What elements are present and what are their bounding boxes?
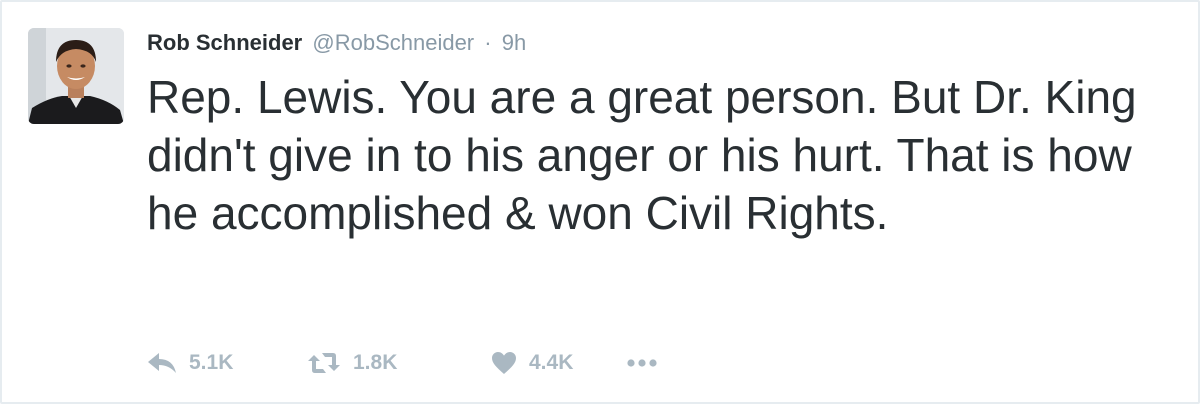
tweet-timestamp[interactable]: 9h [502,30,526,55]
more-button[interactable] [627,358,687,368]
avatar[interactable] [28,28,124,124]
tweet-header: Rob Schneider @RobSchneider · 9h [147,29,526,57]
retweet-count: 1.8K [353,351,398,374]
more-dots-icon [627,358,657,368]
reply-count: 5.1K [189,351,234,374]
like-button[interactable]: 4.4K [491,351,627,375]
author-handle[interactable]: @RobSchneider [312,30,474,55]
like-count: 4.4K [529,351,574,374]
reply-icon [147,352,177,374]
retweet-icon [307,351,341,375]
header-separator: · [484,30,492,55]
retweet-button[interactable]: 1.8K [307,351,491,375]
tweet-text: Rep. Lewis. You are a great person. But … [147,71,1137,239]
tweet-actions: 5.1K 1.8K 4.4K [147,345,687,381]
author-name[interactable]: Rob Schneider [147,30,302,55]
tweet-card: Rob Schneider @RobSchneider · 9h Rep. Le… [0,0,1200,404]
profile-photo [28,28,124,124]
heart-icon [491,351,517,375]
reply-button[interactable]: 5.1K [147,351,307,375]
